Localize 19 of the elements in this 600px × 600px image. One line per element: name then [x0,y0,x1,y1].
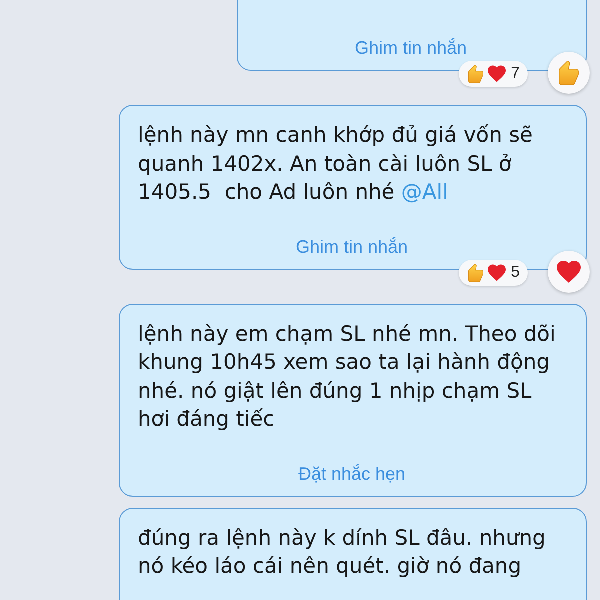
reaction-summary[interactable]: 7 [459,61,528,87]
heart-icon [557,260,581,284]
heart-icon [488,65,506,83]
message-action-link[interactable]: Đặt nhắc hẹn [298,462,406,484]
reaction-count: 5 [511,264,520,282]
reaction-button[interactable] [548,250,590,292]
thumbs-up-icon [557,61,581,85]
message-text: lệnh này mn canh khớp đủ giá vốn sẽ quanh 1402x. An toàn cài luôn SL ở 1405.5 cho Ad luôn nhé @All [138,122,534,206]
heart-icon [488,264,506,282]
message-action-link[interactable]: Ghim tin nhắn [354,37,468,59]
message-text: đúng ra lệnh này k dính SL đâu. nhưng nó kéo láo cái nên quét. giờ nó đang [138,524,547,580]
reaction-count: 7 [511,65,520,83]
reaction-button[interactable] [548,52,590,94]
reaction-summary[interactable]: 5 [459,260,528,286]
message-action-link[interactable]: Ghim tin nhắn [296,236,408,258]
thumbs-up-icon [467,264,486,282]
mention-link[interactable]: @All [401,180,448,204]
message-text: lệnh này em chạm SL nhé mn. Theo dõi khung 10h45 xem sao ta lại hành động nhé. nó giật lên đúng 1 nhịp chạm SL hơi đáng tiếc [138,320,557,433]
thumbs-up-icon [467,65,486,83]
